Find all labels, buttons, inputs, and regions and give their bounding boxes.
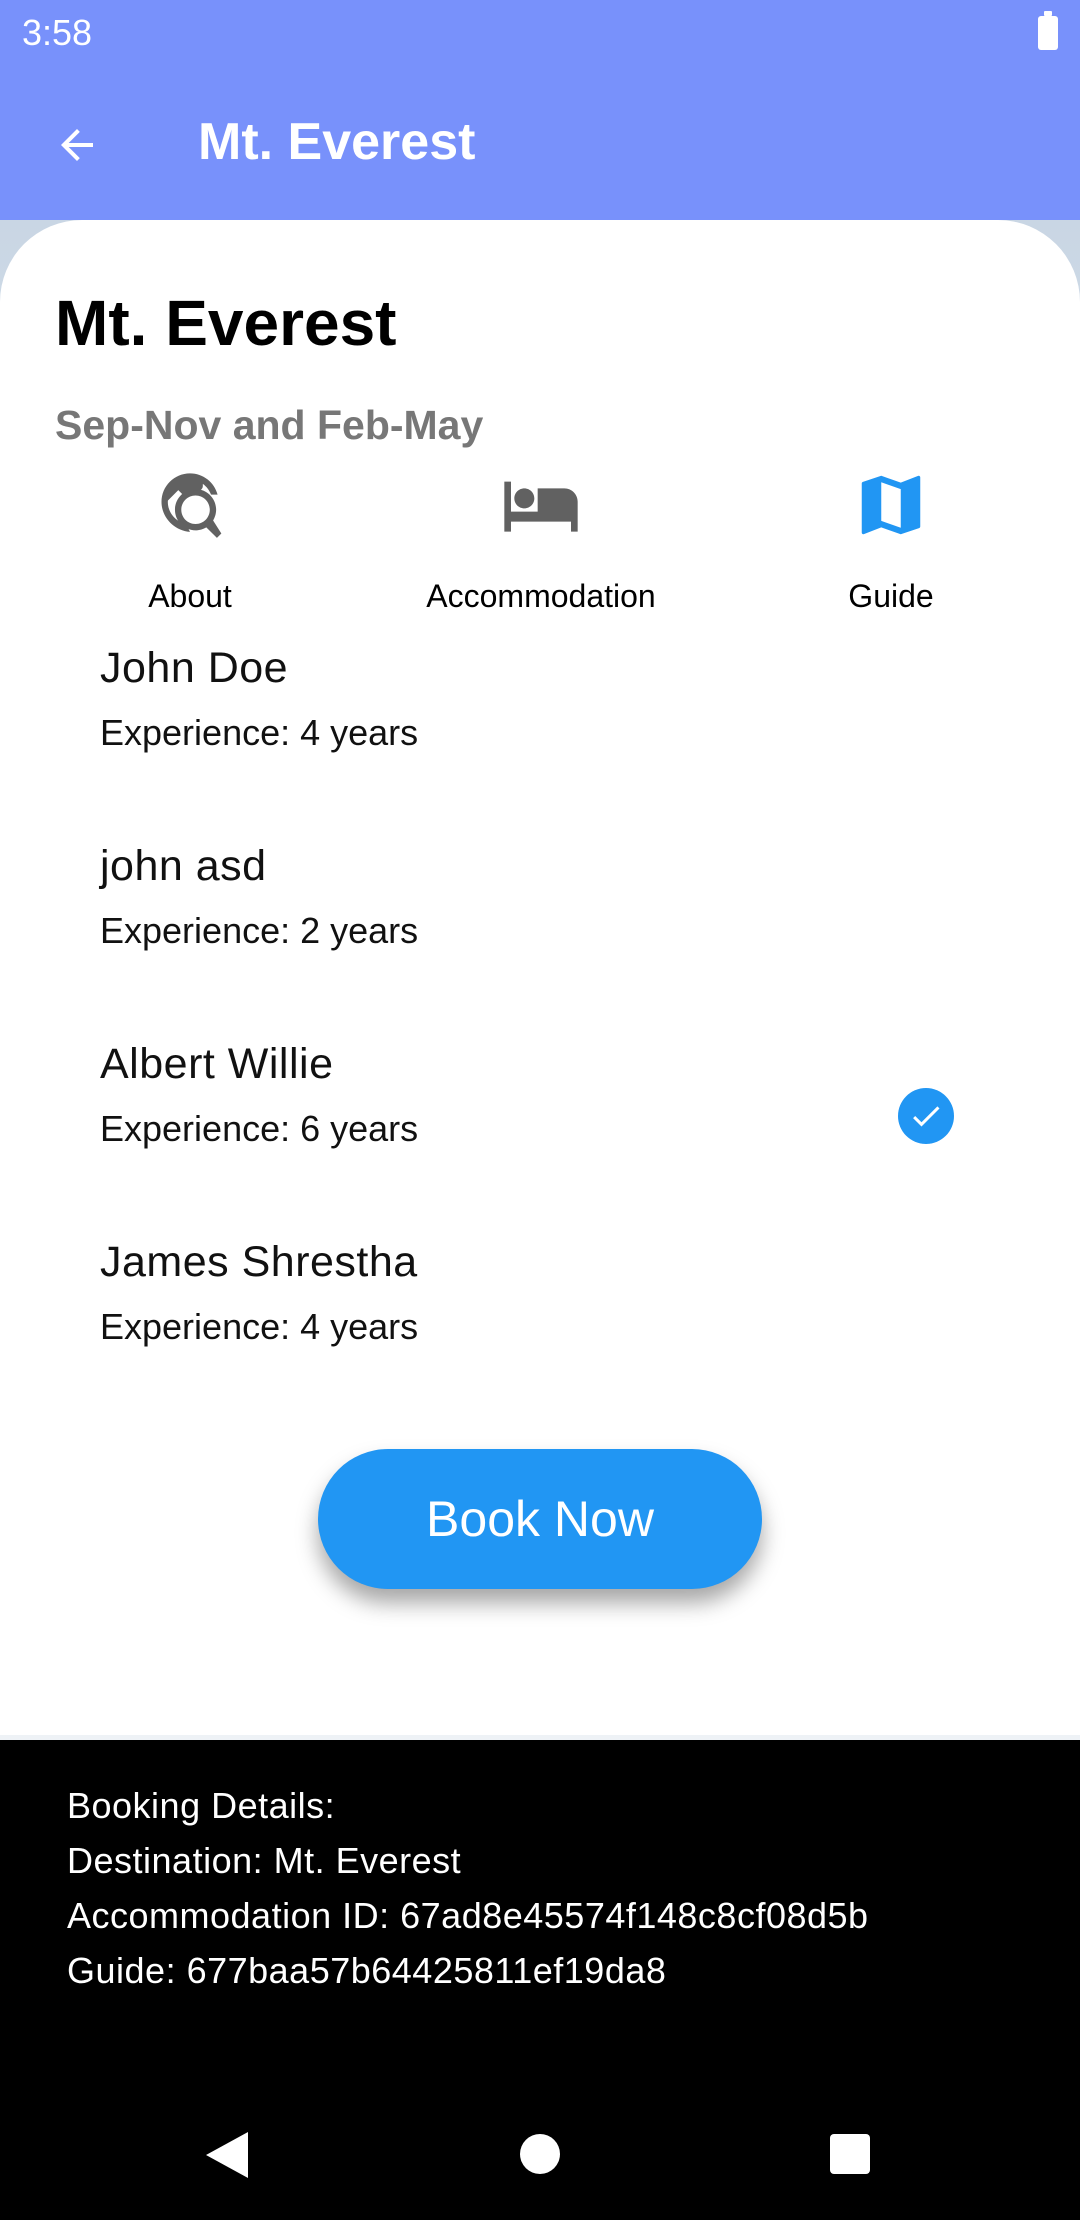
booking-guide-id: Guide: 677baa57b64425811ef19da8: [67, 1950, 667, 1991]
guide-item[interactable]: john asd Experience: 2 years: [100, 842, 1000, 1012]
check-circle-icon: [898, 1088, 954, 1144]
booking-accommodation-id: Accommodation ID: 67ad8e45574f148c8cf08d…: [67, 1895, 869, 1936]
travel-explore-icon: [10, 460, 370, 550]
tab-guide[interactable]: Guide: [711, 460, 1071, 620]
destination-title: Mt. Everest: [55, 287, 397, 359]
guide-name: John Doe: [100, 644, 289, 692]
tab-about[interactable]: About: [10, 460, 370, 620]
guide-experience: Experience: 4 years: [100, 1306, 419, 1347]
guide-experience: Experience: 6 years: [100, 1108, 419, 1149]
tab-accommodation-label: Accommodation: [426, 578, 656, 614]
hotel-bed-icon: [361, 460, 721, 550]
map-icon: [711, 460, 1071, 550]
nav-home-icon[interactable]: [520, 2134, 560, 2174]
status-bar: 3:58: [0, 0, 1080, 66]
guide-item-selected[interactable]: Albert Willie Experience: 6 years: [100, 1040, 1000, 1210]
status-time: 3:58: [22, 12, 93, 53]
guide-name: Albert Willie: [100, 1040, 334, 1088]
booking-details-heading: Booking Details:: [67, 1785, 336, 1826]
app-bar-title: Mt. Everest: [198, 113, 476, 171]
back-arrow-icon[interactable]: [40, 108, 114, 182]
nav-recents-icon[interactable]: [830, 2134, 870, 2174]
best-season: Sep-Nov and Feb-May: [55, 402, 484, 448]
guide-name: john asd: [100, 842, 267, 890]
guide-item[interactable]: John Doe Experience: 4 years: [100, 644, 1000, 814]
tab-about-label: About: [148, 578, 232, 614]
system-nav-bar: [0, 2100, 1080, 2220]
tab-accommodation[interactable]: Accommodation: [361, 460, 721, 620]
booking-details: Booking Details: Destination: Mt. Everes…: [67, 1778, 869, 1998]
guide-name: James Shrestha: [100, 1238, 418, 1286]
nav-back-icon[interactable]: [204, 2130, 250, 2180]
destination-card: Mt. Everest Sep-Nov and Feb-May About Ac…: [0, 220, 1080, 1735]
book-now-button[interactable]: Book Now: [318, 1449, 762, 1589]
guide-experience: Experience: 2 years: [100, 910, 419, 951]
tab-guide-label: Guide: [848, 578, 934, 614]
booking-destination: Destination: Mt. Everest: [67, 1840, 462, 1881]
guide-experience: Experience: 4 years: [100, 712, 419, 753]
guide-item[interactable]: James Shrestha Experience: 4 years: [100, 1238, 1000, 1408]
app-bar: Mt. Everest: [0, 66, 1080, 220]
battery-icon: [1038, 11, 1058, 50]
